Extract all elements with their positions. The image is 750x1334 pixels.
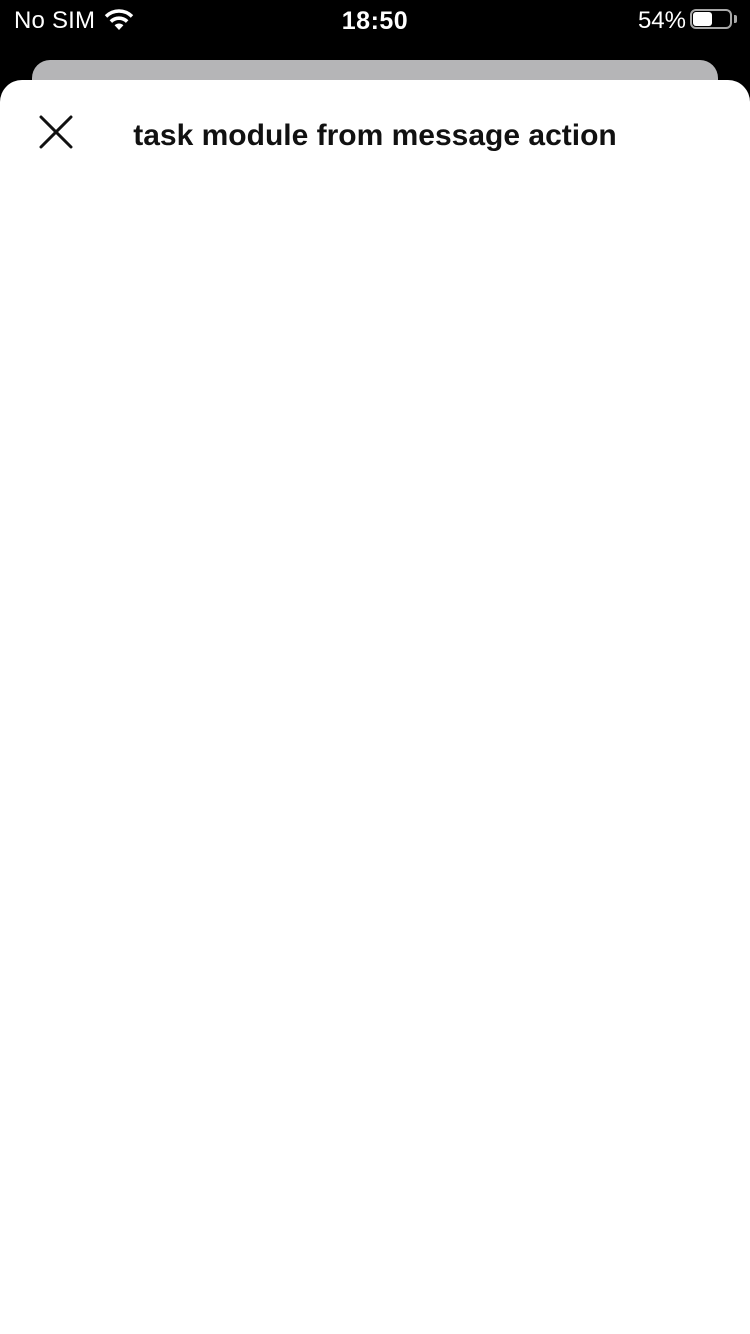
battery-cap — [734, 15, 737, 23]
task-module-sheet: task module from message action — [0, 80, 750, 1334]
sheet-header: task module from message action — [0, 80, 750, 190]
task-module-content — [0, 190, 750, 1334]
battery-fill — [693, 12, 712, 26]
sheet-title: task module from message action — [133, 119, 617, 152]
battery-percent: 54% — [637, 7, 686, 34]
battery-icon — [690, 9, 740, 31]
status-bar: No SIM 18:50 54% — [0, 0, 750, 40]
phone-screen: No SIM 18:50 54% task module from messag… — [0, 0, 750, 1334]
